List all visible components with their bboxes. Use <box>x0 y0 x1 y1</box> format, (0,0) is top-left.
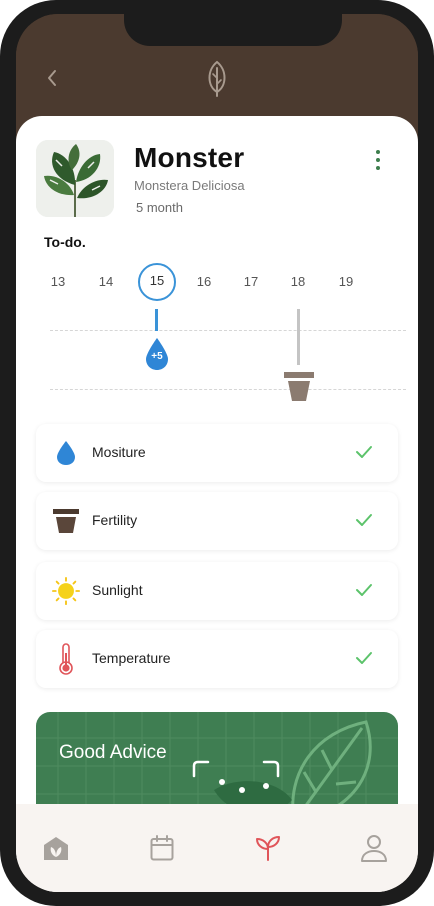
calendar-icon <box>150 835 174 861</box>
care-item-sunlight[interactable]: Sunlight <box>36 562 398 620</box>
date-item[interactable]: 16 <box>186 264 222 300</box>
care-item-fertility[interactable]: Fertility <box>36 492 398 550</box>
care-item-moisture[interactable]: Mositure <box>36 424 398 482</box>
care-item-label: Sunlight <box>92 582 143 598</box>
plant-species: Monstera Deliciosa <box>134 178 245 193</box>
plant-detail-card: Monster Monstera Deliciosa 5 month To-do… <box>16 116 418 892</box>
timeline-divider <box>50 389 406 390</box>
date-item[interactable]: 14 <box>88 264 124 300</box>
care-item-label: Temperature <box>92 650 171 666</box>
date-item[interactable]: 17 <box>233 264 269 300</box>
plant-pot-icon[interactable] <box>284 372 314 402</box>
date-item[interactable]: 18 <box>280 264 316 300</box>
tab-plants[interactable] <box>248 828 288 868</box>
date-item-selected[interactable]: 15 <box>138 263 176 301</box>
chevron-left-icon <box>48 70 56 86</box>
plant-name: Monster <box>134 142 245 173</box>
leaf-icon <box>208 60 226 97</box>
care-item-label: Mositure <box>92 444 146 460</box>
plant-age: 5 month <box>136 200 183 215</box>
watering-marker-line <box>155 309 158 331</box>
bottom-tab-bar <box>16 804 418 892</box>
check-icon <box>356 652 372 664</box>
fertilize-marker-line <box>297 309 300 365</box>
phone-frame: Monster Monstera Deliciosa 5 month To-do… <box>0 0 434 906</box>
tab-calendar[interactable] <box>142 828 182 868</box>
date-item[interactable]: 13 <box>40 264 76 300</box>
more-vertical-icon-dot <box>376 158 380 162</box>
check-icon <box>356 514 372 526</box>
check-icon <box>356 584 372 596</box>
check-icon <box>356 446 372 458</box>
plant-pot-icon <box>52 507 80 535</box>
home-leaf-icon <box>44 837 68 860</box>
more-vertical-icon-dot <box>376 150 380 154</box>
timeline-divider <box>50 330 406 331</box>
plant-photo <box>36 140 114 217</box>
care-item-temperature[interactable]: Temperature <box>36 630 398 688</box>
sun-icon <box>52 577 80 605</box>
date-item[interactable]: 19 <box>328 264 364 300</box>
more-options-button[interactable] <box>370 148 386 172</box>
tab-home[interactable] <box>36 828 76 868</box>
advice-title: Good Advice <box>59 742 167 763</box>
water-badge-count: +5 <box>151 351 163 362</box>
water-drop-icon <box>52 439 80 467</box>
device-notch <box>124 14 342 46</box>
thermometer-icon <box>52 643 80 675</box>
user-icon <box>361 835 387 862</box>
sprout-icon <box>256 836 280 861</box>
tab-profile[interactable] <box>354 828 394 868</box>
date-strip: 13 14 15 16 17 18 19 <box>40 263 360 301</box>
more-vertical-icon-dot <box>376 166 380 170</box>
app-screen: Monster Monstera Deliciosa 5 month To-do… <box>16 14 418 892</box>
todo-title: To-do. <box>44 234 86 250</box>
care-item-label: Fertility <box>92 512 138 528</box>
back-button[interactable] <box>40 66 64 90</box>
